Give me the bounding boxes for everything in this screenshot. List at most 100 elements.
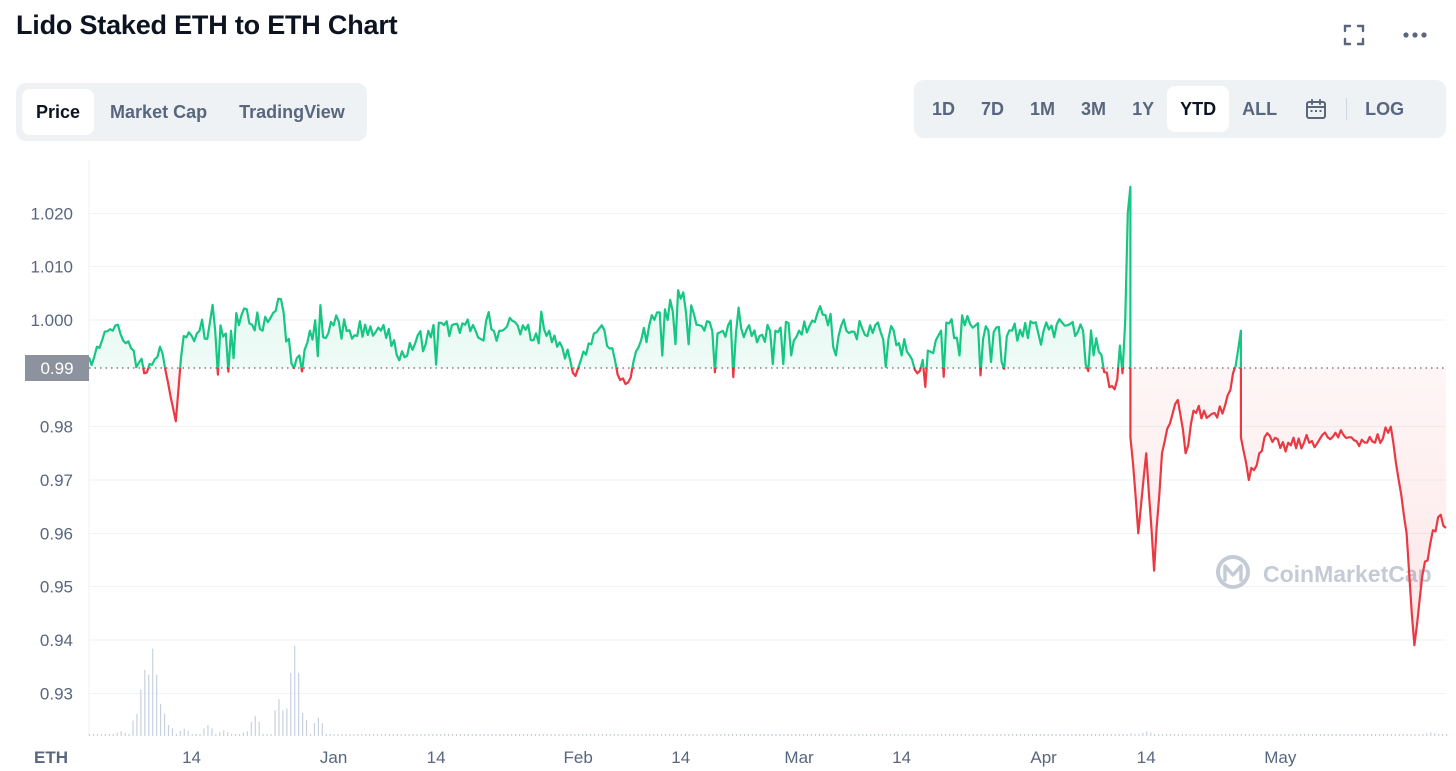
tab-tradingview[interactable]: TradingView [223,89,361,135]
volume-bar [554,734,556,736]
volume-bar [826,734,828,736]
volume-bar [1236,734,1239,736]
volume-bar [1110,734,1112,736]
volume-bar [278,699,280,736]
volume-bar [1382,734,1385,736]
volume-bar [1197,734,1199,736]
volume-bar [724,734,726,736]
coinmarketcap-logo-icon [1216,555,1250,589]
volume-bar [412,734,414,736]
volume-bar [211,728,213,736]
volume-bar [400,734,402,736]
volume-bar [937,734,939,736]
volume-bar [759,734,761,736]
volume-bar [219,732,221,736]
x-tick-label: Feb [564,748,593,767]
volume-bar [700,734,702,736]
volume-bar [1027,734,1030,736]
volume-bar [574,734,576,736]
volume-bar [1378,734,1381,736]
volume-bar [294,645,296,736]
volume-bar [392,734,394,736]
volume-bar [507,734,509,736]
volume-bar [1418,734,1420,736]
volume-bar [1264,734,1266,736]
tab-price[interactable]: Price [22,89,95,135]
volume-bar [152,648,154,736]
more-button[interactable] [1398,18,1432,52]
volume-bar [223,730,225,736]
volume-bar [1165,734,1168,736]
volume-bar [92,734,95,736]
volume-bar [436,734,438,736]
y-tick-label: 0.93 [40,684,73,703]
volume-bar [1390,734,1392,736]
calendar-button[interactable] [1290,86,1342,132]
volume-bar [1012,734,1014,736]
volume-bar [657,734,659,736]
volume-bar [763,734,765,736]
volume-bar [625,734,627,736]
volume-bar [1201,734,1203,736]
volume-bar [538,734,540,736]
volume-bar [799,734,801,736]
volume-bar [298,672,300,736]
tab-market-cap[interactable]: Market Cap [94,89,223,135]
volume-bar [1023,734,1026,736]
baseline-label: 0.99 [40,359,73,378]
y-tick-label: 1.010 [30,258,73,277]
volume-bar [195,734,197,736]
volume-bar [341,734,343,736]
volume-bar [1268,734,1270,736]
axes: 1.020 1.010 1.000 0.98 0.97 0.96 0.95 0.94 0.93 E… [30,204,1296,767]
volume-bar [487,734,489,736]
volume-bar [1386,734,1389,736]
volume-bar [1292,734,1294,736]
volume-bar [972,734,974,736]
volume-bar [234,734,237,736]
y-tick-label: 0.97 [40,471,73,490]
y-tick-label: 1.000 [30,311,73,330]
volume-bar [874,734,876,736]
range-1m[interactable]: 1M [1017,86,1068,132]
volume-bar [1363,734,1365,736]
volume-bar [526,734,529,736]
range-3m[interactable]: 3M [1068,86,1119,132]
range-all[interactable]: ALL [1229,86,1290,132]
price-chart[interactable]: CoinMarketCap 0.99 1.020 1.010 1.000 0.98 0.… [0,150,1456,771]
volume-bar [1039,734,1041,736]
volume-bar [207,724,209,736]
x-tick-label: May [1264,748,1297,767]
volume-bar [463,734,465,736]
volume-bar [1071,734,1073,736]
volume-bar [1303,734,1306,736]
volume-bar [447,734,450,736]
volume-bar [716,734,718,736]
volume-bar [144,669,146,736]
volume-bar [199,734,201,736]
volume-bar [1031,734,1033,736]
volume-bar [838,734,840,736]
fullscreen-button[interactable] [1337,18,1371,52]
volume-bar [1213,734,1215,736]
volume-bar [605,734,607,736]
volume-bar [877,734,880,736]
range-ytd[interactable]: YTD [1167,86,1230,132]
volume-bar [956,734,959,736]
range-1y[interactable]: 1Y [1119,86,1167,132]
volume-bar [132,720,134,736]
range-1d[interactable]: 1D [919,86,968,132]
volume-bar [325,734,327,736]
range-7d[interactable]: 7D [968,86,1017,132]
volume-bar [349,734,351,736]
volume-bar [771,734,773,736]
volume-bar [645,734,647,736]
log-scale-toggle[interactable]: LOG [1351,86,1418,132]
volume-bar [1319,734,1321,736]
volume-bar [870,734,872,736]
volume-bar [795,734,797,736]
volume-bar [806,734,809,736]
volume-bar [171,728,174,736]
volume-bar [862,734,864,736]
volume-bar [668,734,671,736]
